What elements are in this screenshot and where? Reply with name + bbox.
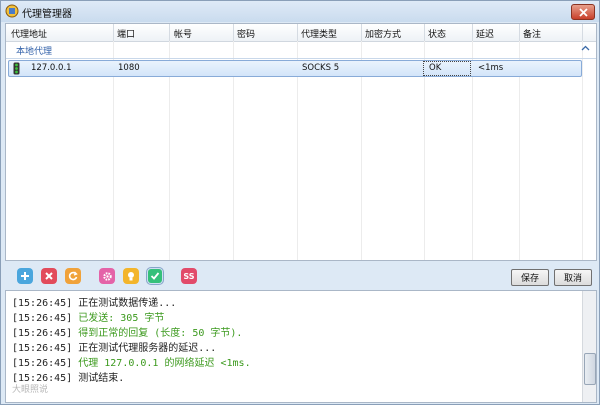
add-icon	[21, 272, 29, 280]
log-panel[interactable]: [15:26:45] 正在测试数据传递... [15:26:45] 已发送: 3…	[5, 290, 597, 403]
traffic-light-icon	[13, 62, 20, 75]
log-time: [15:26:45]	[12, 298, 73, 309]
column-header-address[interactable]: 代理地址	[11, 27, 47, 40]
column-header-note[interactable]: 备注	[523, 27, 541, 40]
cell-address: 127.0.0.1	[31, 63, 72, 73]
settings-icon	[102, 271, 112, 281]
group-label: 本地代理	[16, 47, 53, 57]
ss-button[interactable]: SS	[181, 268, 197, 284]
group-row-local-proxy[interactable]: 本地代理	[6, 41, 596, 59]
column-header-password[interactable]: 密码	[237, 27, 255, 40]
column-header-encryption[interactable]: 加密方式	[365, 27, 401, 40]
log-message: 已发送: 305 字节	[78, 313, 165, 324]
bulb-icon	[128, 271, 134, 280]
proxy-table: 代理地址 端口 帐号 密码 代理类型 加密方式 状态 延迟 备注 本地代理 12…	[5, 23, 597, 261]
log-time: [15:26:45]	[12, 343, 73, 354]
close-icon	[578, 7, 588, 17]
toolbar: SS 保存 取消	[1, 264, 599, 290]
column-header-latency[interactable]: 延迟	[476, 27, 494, 40]
log-message: 代理 127.0.0.1 的网络延迟 <1ms.	[78, 358, 251, 369]
cell-type: SOCKS 5	[302, 63, 340, 73]
table-row[interactable]: 127.0.0.1 1080 SOCKS 5 OK <1ms	[8, 60, 582, 77]
save-button[interactable]: 保存	[511, 269, 549, 286]
delete-icon	[45, 272, 53, 280]
log-message: 测试结束.	[78, 373, 125, 384]
delete-button[interactable]	[41, 268, 57, 284]
ss-icon: SS	[183, 271, 195, 281]
proxy-manager-window: 代理管理器 代理地址 端口 帐号 密码 代理类型 加密方式 状态 延迟 备注 本…	[0, 0, 600, 405]
log-scrollbar[interactable]	[582, 291, 596, 402]
log-message: 得到正常的回复 (长度: 50 字节).	[78, 328, 243, 339]
column-header-port[interactable]: 端口	[117, 27, 135, 40]
log-time: [15:26:45]	[12, 358, 73, 369]
cancel-button[interactable]: 取消	[554, 269, 592, 286]
log-line: [15:26:45] 得到正常的回复 (长度: 50 字节).	[12, 324, 242, 339]
window-title: 代理管理器	[22, 9, 72, 20]
log-line: [15:26:45] 代理 127.0.0.1 的网络延迟 <1ms.	[12, 354, 251, 369]
close-button[interactable]	[571, 4, 595, 20]
cell-status: OK	[429, 63, 442, 73]
settings-button[interactable]	[99, 268, 115, 284]
column-header-account[interactable]: 帐号	[174, 27, 192, 40]
log-message: 正在测试代理服务器的延迟...	[78, 343, 217, 354]
refresh-icon	[68, 271, 78, 281]
test-button[interactable]	[146, 267, 164, 285]
log-time: [15:26:45]	[12, 328, 73, 339]
column-header-type[interactable]: 代理类型	[301, 27, 337, 40]
app-icon	[5, 4, 19, 18]
check-icon	[150, 272, 160, 280]
add-button[interactable]	[17, 268, 33, 284]
refresh-button[interactable]	[65, 268, 81, 284]
log-time: [15:26:45]	[12, 313, 73, 324]
collapse-icon[interactable]	[581, 44, 590, 53]
log-line: [15:26:45] 已发送: 305 字节	[12, 309, 164, 324]
log-line: [15:26:45] 正在测试数据传递...	[12, 294, 176, 309]
title-bar[interactable]: 代理管理器	[1, 1, 599, 22]
bulb-button[interactable]	[123, 268, 139, 284]
scrollbar-thumb[interactable]	[584, 353, 596, 385]
column-header-status[interactable]: 状态	[428, 27, 446, 40]
table-header: 代理地址 端口 帐号 密码 代理类型 加密方式 状态 延迟 备注	[6, 24, 596, 42]
watermark: 大眼照说	[12, 385, 49, 395]
log-line: [15:26:45] 正在测试代理服务器的延迟...	[12, 339, 216, 354]
log-message: 正在测试数据传递...	[78, 298, 177, 309]
cell-latency: <1ms	[478, 63, 504, 73]
cell-port: 1080	[118, 63, 140, 73]
